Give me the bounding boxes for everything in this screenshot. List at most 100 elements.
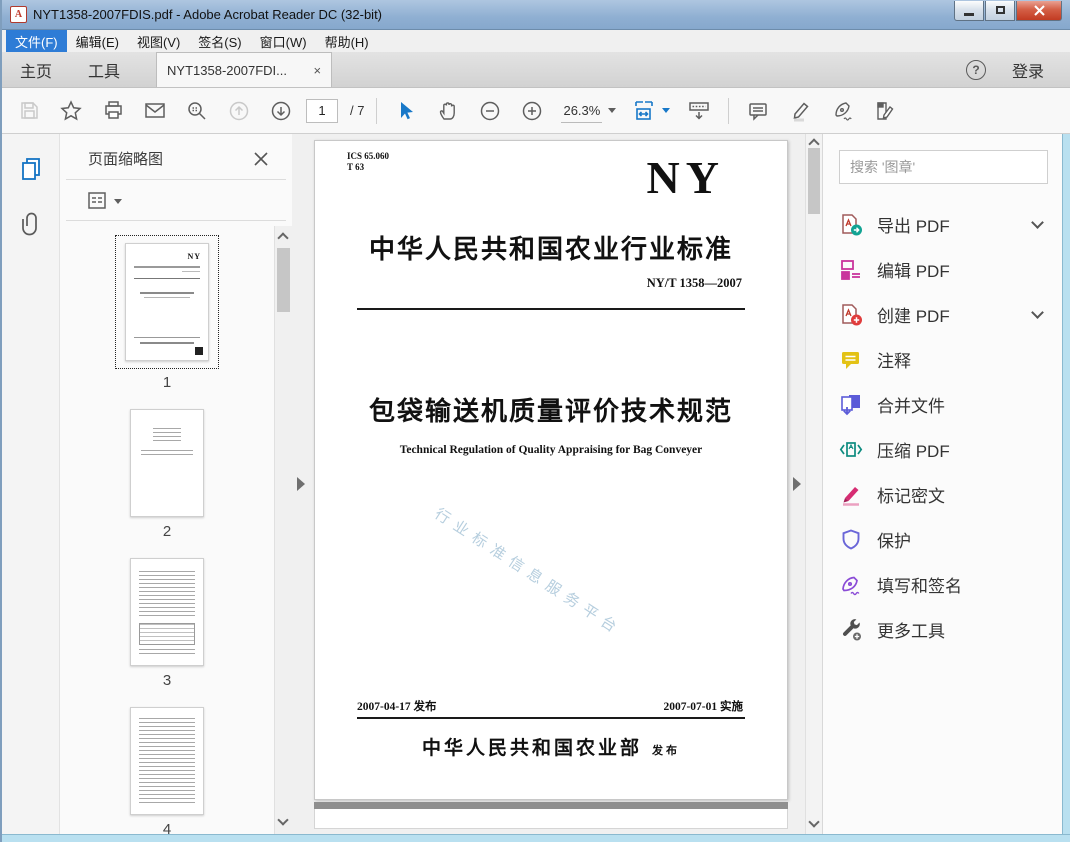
menu-sign[interactable]: 签名(S) xyxy=(189,30,250,52)
page-display-icon xyxy=(689,101,710,120)
scroll-down-icon[interactable] xyxy=(277,814,289,826)
tool-compress-pdf[interactable]: 压缩 PDF xyxy=(839,427,1048,472)
scroll-up-icon[interactable] xyxy=(277,232,289,244)
more-tools-icon xyxy=(843,618,862,641)
page-number-input[interactable] xyxy=(306,98,338,123)
divider-rule xyxy=(357,308,745,310)
previous-page-button[interactable] xyxy=(222,94,256,128)
protect-shield-icon xyxy=(842,528,860,550)
tool-combine-files[interactable]: 合并文件 xyxy=(839,382,1048,427)
panel-close-icon[interactable] xyxy=(254,151,268,166)
chevron-down-icon[interactable] xyxy=(1031,306,1044,319)
create-pdf-icon xyxy=(842,303,862,325)
tool-comment[interactable]: 注释 xyxy=(839,337,1048,382)
attachments-icon[interactable] xyxy=(19,210,43,236)
hand-icon xyxy=(440,101,456,120)
collapse-right-panel-button[interactable] xyxy=(788,134,806,834)
minimize-button[interactable] xyxy=(954,0,984,21)
tab-bar: 主页 工具 NYT1358-2007FDI... × ? 登录 xyxy=(2,52,1070,88)
maximize-button[interactable] xyxy=(985,0,1015,21)
tool-edit-pdf[interactable]: 编辑 PDF xyxy=(839,247,1048,292)
comment-tool-button[interactable] xyxy=(741,94,775,128)
help-icon[interactable]: ? xyxy=(965,59,986,80)
window-title: NYT1358-2007FDIS.pdf - Adobe Acrobat Rea… xyxy=(33,7,383,22)
issue-date: 2007-04-17 发布 xyxy=(357,701,437,713)
page-thumbnails-icon[interactable] xyxy=(18,156,44,182)
comment-tool-icon xyxy=(842,351,859,369)
combine-files-icon xyxy=(841,394,860,415)
select-tool-button[interactable] xyxy=(389,94,423,128)
toolbar-divider xyxy=(376,97,378,124)
page-display-button[interactable] xyxy=(682,94,716,128)
favorite-button[interactable] xyxy=(54,94,88,128)
fit-width-dropdown[interactable] xyxy=(628,99,674,123)
tool-label: 更多工具 xyxy=(877,622,945,641)
login-button[interactable]: 登录 xyxy=(1012,58,1044,82)
export-pdf-icon xyxy=(842,213,862,235)
search-button[interactable] xyxy=(180,94,214,128)
thumbnail-page-1[interactable]: NY 1 xyxy=(115,235,219,391)
save-button[interactable] xyxy=(12,94,46,128)
tab-document[interactable]: NYT1358-2007FDI... × xyxy=(156,52,333,87)
thumbnail-page-4[interactable]: 4 xyxy=(130,707,204,838)
tool-protect[interactable]: 保护 xyxy=(839,517,1048,562)
thumbnail-scrollbar[interactable] xyxy=(274,226,292,834)
fill-sign-tool-button[interactable] xyxy=(867,94,901,128)
thumbnail-options-button[interactable] xyxy=(66,180,286,221)
scroll-down-icon[interactable] xyxy=(808,816,820,828)
watermark-text: 行业标准信息服务平台 xyxy=(431,506,625,640)
collapse-left-panel-button[interactable] xyxy=(292,134,310,834)
tab-tools[interactable]: 工具 xyxy=(70,52,138,87)
select-arrow-icon xyxy=(401,101,414,119)
mini-logo: NY xyxy=(187,252,201,261)
close-button[interactable] xyxy=(1016,0,1062,21)
zoom-level-dropdown[interactable]: 26.3% xyxy=(557,99,620,123)
minimize-icon xyxy=(964,12,974,16)
tool-fill-sign[interactable]: 填写和签名 xyxy=(839,562,1048,607)
thumbnail-page-2[interactable]: 2 xyxy=(130,409,204,540)
compress-pdf-icon xyxy=(839,441,863,457)
hand-tool-button[interactable] xyxy=(431,94,465,128)
window-frame-bottom xyxy=(2,834,1070,842)
thumbnail-page-3[interactable]: 3 xyxy=(130,558,204,689)
tool-more-tools[interactable]: 更多工具 xyxy=(839,607,1048,652)
tool-redact[interactable]: 标记密文 xyxy=(839,472,1048,517)
document-scrollbar[interactable] xyxy=(805,134,822,834)
chevron-down-icon xyxy=(114,198,122,204)
tool-label: 保护 xyxy=(877,532,911,551)
tool-export-pdf[interactable]: 导出 PDF xyxy=(839,202,1048,247)
sign-pen-icon xyxy=(835,102,852,121)
zoom-out-button[interactable] xyxy=(473,94,507,128)
standard-logo: NY xyxy=(646,152,725,203)
page-count-label: / 7 xyxy=(350,103,365,118)
print-button[interactable] xyxy=(96,94,130,128)
email-button[interactable] xyxy=(138,94,172,128)
menu-edit[interactable]: 编辑(E) xyxy=(67,30,128,52)
tool-label: 导出 PDF xyxy=(877,217,950,236)
publisher-name: 中华人民共和国农业部 xyxy=(421,738,642,759)
next-page-button[interactable] xyxy=(264,94,298,128)
thumbnail-label: 2 xyxy=(162,523,172,540)
panel-toggle-icon xyxy=(793,477,801,491)
tools-search-input[interactable] xyxy=(839,150,1048,184)
comment-icon xyxy=(749,102,768,121)
zoom-in-button[interactable] xyxy=(515,94,549,128)
standard-number: NY/T 1358—2007 xyxy=(646,276,742,290)
panel-toggle-icon xyxy=(297,477,305,491)
menu-help[interactable]: 帮助(H) xyxy=(316,30,378,52)
chevron-down-icon[interactable] xyxy=(1031,216,1044,229)
menu-view[interactable]: 视图(V) xyxy=(128,30,189,52)
tab-home[interactable]: 主页 xyxy=(2,52,70,87)
zoom-out-icon xyxy=(481,101,500,120)
search-icon xyxy=(188,101,206,120)
highlight-tool-button[interactable] xyxy=(783,94,817,128)
zoom-level-value: 26.3% xyxy=(561,99,603,123)
tool-create-pdf[interactable]: 创建 PDF xyxy=(839,292,1048,337)
email-icon xyxy=(145,102,165,118)
chevron-down-icon xyxy=(662,108,671,113)
tool-label: 标记密文 xyxy=(877,487,945,506)
sign-tool-button[interactable] xyxy=(825,94,859,128)
menu-file[interactable]: 文件(F) xyxy=(6,30,67,52)
tab-close-icon[interactable]: × xyxy=(313,64,321,77)
menu-window[interactable]: 窗口(W) xyxy=(251,30,316,52)
